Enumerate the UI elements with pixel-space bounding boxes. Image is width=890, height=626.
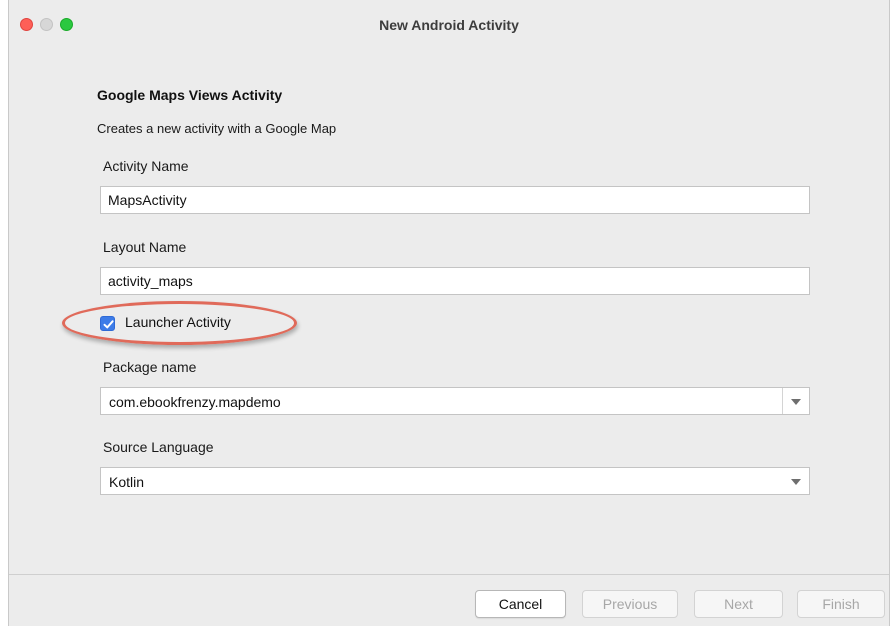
activity-name-input[interactable]	[100, 186, 810, 214]
package-name-value: com.ebookfrenzy.mapdemo	[109, 394, 281, 410]
title-bar: New Android Activity	[9, 0, 889, 50]
source-language-select[interactable]: Kotlin	[100, 467, 810, 495]
next-button[interactable]: Next	[694, 590, 783, 618]
layout-name-input[interactable]	[100, 267, 810, 295]
activity-name-label: Activity Name	[103, 158, 189, 174]
package-name-label: Package name	[103, 359, 197, 375]
finish-button[interactable]: Finish	[797, 590, 885, 618]
previous-button[interactable]: Previous	[582, 590, 678, 618]
cancel-button[interactable]: Cancel	[475, 590, 566, 618]
chevron-down-icon[interactable]	[791, 479, 801, 485]
layout-name-label: Layout Name	[103, 239, 187, 255]
dialog-window: New Android Activity Google Maps Views A…	[8, 0, 890, 626]
form-panel: Google Maps Views Activity Creates a new…	[9, 50, 889, 574]
chevron-down-icon[interactable]	[791, 399, 801, 405]
source-language-label: Source Language	[103, 439, 214, 455]
combobox-divider	[782, 388, 783, 414]
template-heading: Google Maps Views Activity	[97, 87, 283, 103]
window-title: New Android Activity	[379, 17, 519, 33]
template-description: Creates a new activity with a Google Map	[97, 121, 337, 136]
package-name-combobox[interactable]: com.ebookfrenzy.mapdemo	[100, 387, 810, 415]
button-bar: Cancel Previous Next Finish	[9, 574, 889, 626]
launcher-activity-label: Launcher Activity	[125, 314, 231, 330]
source-language-value: Kotlin	[109, 474, 145, 490]
checkmark-icon	[103, 320, 114, 329]
launcher-activity-checkbox[interactable]	[100, 316, 115, 331]
